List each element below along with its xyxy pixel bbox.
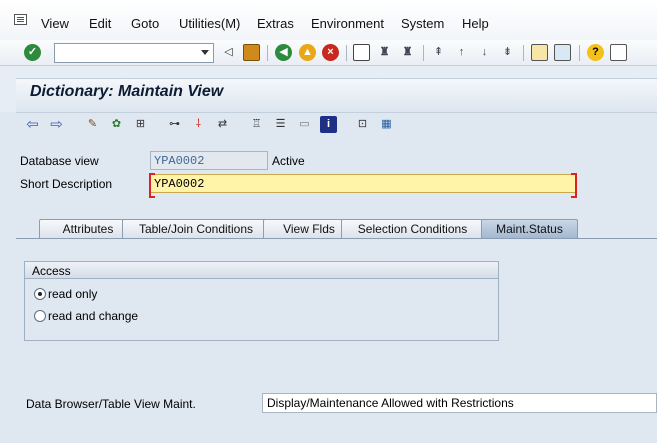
grid-icon[interactable]: ▦ [378,116,395,133]
technical-settings-icon[interactable]: ⊡ [354,116,371,133]
help-icon[interactable]: ? [587,44,604,61]
find-icon[interactable]: ♜ [376,44,393,61]
check-icon[interactable]: ✿ [108,116,125,133]
menu-system[interactable]: System [401,16,444,31]
activate-icon[interactable]: ⊞ [132,116,149,133]
table-icon[interactable]: ☰ [272,116,289,133]
menu-help[interactable]: Help [462,16,489,31]
new-session-icon[interactable] [531,44,548,61]
tab-table-join-conditions[interactable]: Table/Join Conditions [122,219,270,239]
menu-extras[interactable]: Extras [257,16,294,31]
find-next-icon[interactable]: ♜ [399,44,416,61]
menu-utilities[interactable]: Utilities(M) [179,16,240,31]
tab-maint-status[interactable]: Maint.Status [481,219,578,240]
database-view-field[interactable]: YPA0002 [150,151,268,170]
enter-icon[interactable]: ✓ [24,44,41,61]
cancel-icon[interactable]: × [322,44,339,61]
layout-icon[interactable]: ▭ [296,116,313,133]
menu-goto[interactable]: Goto [131,16,159,31]
hierarchy-icon[interactable]: ♖ [248,116,265,133]
tab-selection-conditions[interactable]: Selection Conditions [341,219,484,239]
radio-read-only-label[interactable]: read only [48,287,97,301]
access-group-title: Access [25,262,498,279]
maintenance-dropdown[interactable]: Display/Maintenance Allowed with Restric… [262,393,657,413]
history-back-icon[interactable]: ◁ [220,44,237,61]
menu-environment[interactable]: Environment [311,16,384,31]
toolbar-separator [346,45,347,61]
print-icon[interactable] [353,44,370,61]
maintenance-label: Data Browser/Table View Maint. [26,397,196,411]
exit-icon[interactable]: ▲ [299,44,316,61]
chevron-down-icon[interactable] [201,50,209,55]
next-page-icon[interactable]: ↓ [476,44,493,61]
back-icon[interactable]: ◀ [275,44,292,61]
menu-edit[interactable]: Edit [89,16,111,31]
back-arrow-icon[interactable]: ⇦ [24,116,41,133]
toolbar-separator [423,45,424,61]
display-change-icon[interactable]: ✎ [84,116,101,133]
system-menu-icon[interactable] [14,14,27,25]
tab-strip: Attributes Table/Join Conditions View Fl… [16,219,657,240]
info-icon[interactable]: i [320,116,337,133]
page-title: Dictionary: Maintain View [30,83,224,100]
short-description-field[interactable]: YPA0002 [149,173,577,198]
toolbar-separator [579,45,580,61]
where-used-icon[interactable]: ⊶ [166,116,183,133]
forward-arrow-icon[interactable]: ⇨ [48,116,65,133]
navigation-icon[interactable]: ⇄ [214,116,231,133]
menu-bar: View Edit Goto Utilities(M) Extras Envir… [0,0,657,40]
previous-page-icon[interactable]: ↑ [453,44,470,61]
command-input[interactable] [55,44,195,62]
first-page-icon[interactable]: ⇞ [430,44,447,61]
menu-view[interactable]: View [41,16,69,31]
layout-menu-icon[interactable] [610,44,627,61]
short-description-label: Short Description [20,177,113,191]
standard-toolbar: ✓ ◁ ◀ ▲ × ♜ ♜ ⇞ ↑ ↓ ⇟ ? [0,40,657,66]
toolbar-separator [523,45,524,61]
radio-read-and-change[interactable] [34,310,46,322]
radio-read-only[interactable] [34,288,46,300]
database-view-label: Database view [20,154,99,168]
command-field[interactable] [54,43,214,63]
last-page-icon[interactable]: ⇟ [499,44,516,61]
toolbar-separator [267,45,268,61]
radio-read-and-change-label[interactable]: read and change [48,309,138,323]
status-text: Active [272,154,305,168]
object-list-icon[interactable]: ⸸ [190,116,207,133]
access-group: Access read only read and change [24,261,499,341]
save-icon[interactable] [243,44,260,61]
shortcut-icon[interactable] [554,44,571,61]
